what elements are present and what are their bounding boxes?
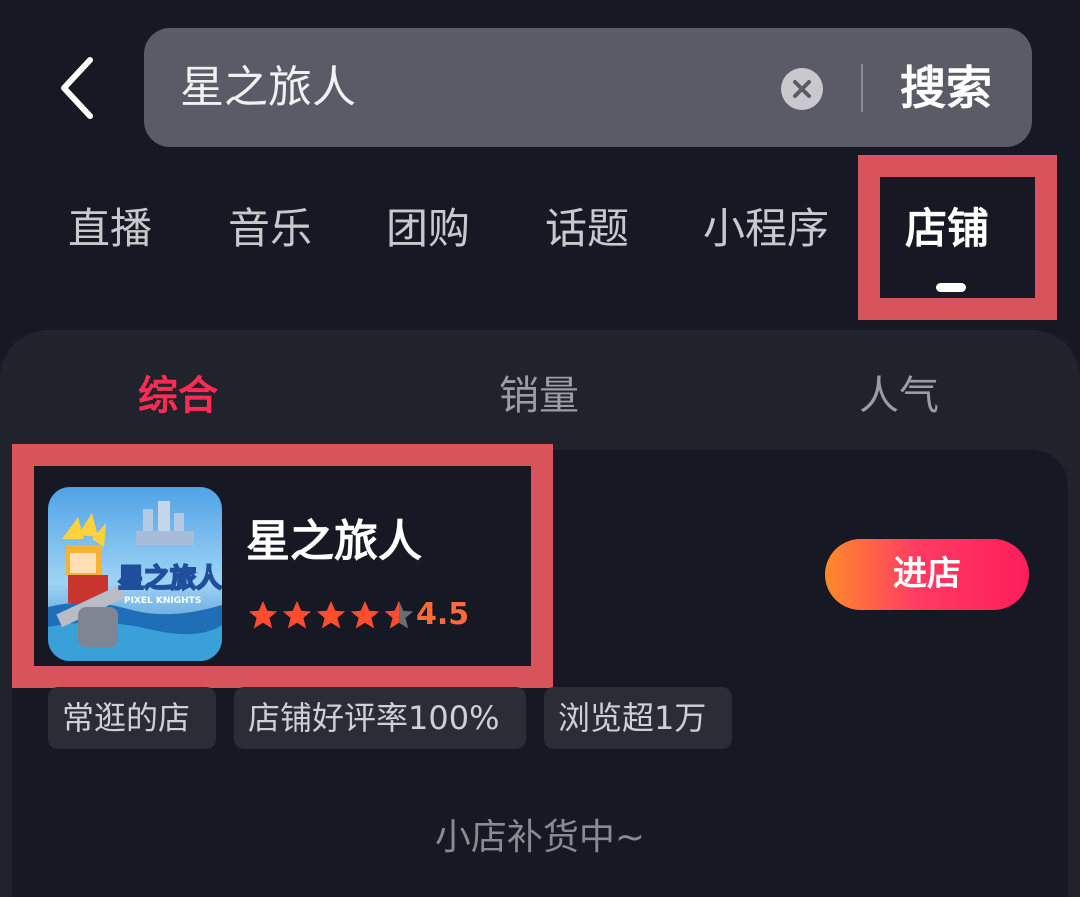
search-input[interactable]: 星之旅人 bbox=[180, 58, 356, 118]
tab-mini-programs[interactable]: 小程序 bbox=[703, 200, 829, 258]
search-button[interactable]: 搜索 bbox=[900, 58, 992, 118]
shop-tag: 常逛的店 bbox=[48, 687, 216, 749]
sort-tab-popularity[interactable]: 人气 bbox=[859, 366, 939, 426]
tab-highlight-box bbox=[858, 155, 1057, 320]
tab-music[interactable]: 音乐 bbox=[228, 200, 312, 258]
shop-tag: 店铺好评率100% bbox=[234, 687, 526, 749]
restock-note: 小店补货中~ bbox=[434, 817, 646, 858]
shop-tag: 浏览超1万 bbox=[544, 687, 732, 749]
search-box[interactable]: 星之旅人 搜索 bbox=[144, 28, 1032, 147]
clear-icon bbox=[793, 80, 811, 98]
sort-tab-overall[interactable]: 综合 bbox=[138, 366, 218, 426]
back-button[interactable] bbox=[52, 52, 108, 124]
tab-group-buy[interactable]: 团购 bbox=[386, 200, 470, 258]
tab-topics[interactable]: 话题 bbox=[545, 200, 629, 258]
clear-button[interactable] bbox=[781, 68, 823, 110]
tab-live[interactable]: 直播 bbox=[68, 200, 152, 258]
sort-tab-sales[interactable]: 销量 bbox=[499, 366, 579, 426]
screen: 星之旅人 搜索 直播 音乐 团购 话题 小程序 店铺 综合 销量 人气 星之旅人… bbox=[0, 0, 1080, 897]
enter-shop-button[interactable]: 进店 bbox=[825, 539, 1029, 610]
search-divider bbox=[861, 64, 863, 112]
shop-highlight-box bbox=[12, 444, 553, 688]
back-arrow-icon bbox=[61, 57, 93, 119]
